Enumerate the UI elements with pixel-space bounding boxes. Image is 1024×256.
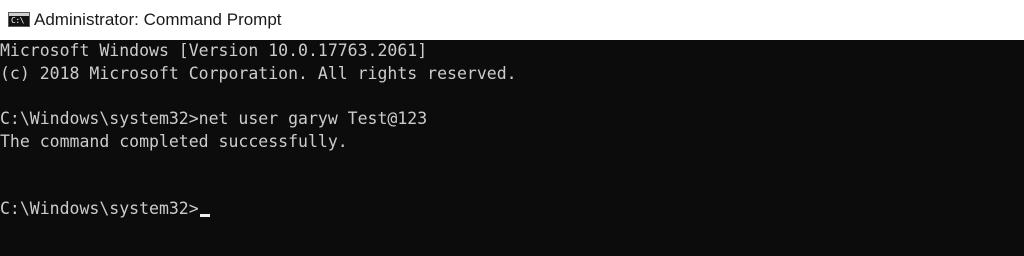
console-line-version: Microsoft Windows [Version 10.0.17763.20… (0, 41, 428, 60)
command-prompt-window: C:\ Administrator: Command Prompt Micros… (0, 0, 1024, 256)
cmd-icon: C:\ (8, 12, 30, 27)
text-cursor (199, 214, 210, 217)
console-line-command: C:\Windows\system32>net user garyw Test@… (0, 109, 428, 128)
prompt-text: C:\Windows\system32> (0, 199, 199, 218)
window-title: Administrator: Command Prompt (34, 10, 282, 29)
console-output[interactable]: Microsoft Windows [Version 10.0.17763.20… (0, 40, 1024, 256)
title-bar[interactable]: C:\ Administrator: Command Prompt (0, 0, 1024, 40)
console-line-result: The command completed successfully. (0, 132, 348, 151)
console-line-copyright: (c) 2018 Microsoft Corporation. All righ… (0, 64, 517, 83)
command-prompt-input[interactable]: C:\Windows\system32> (0, 198, 210, 220)
